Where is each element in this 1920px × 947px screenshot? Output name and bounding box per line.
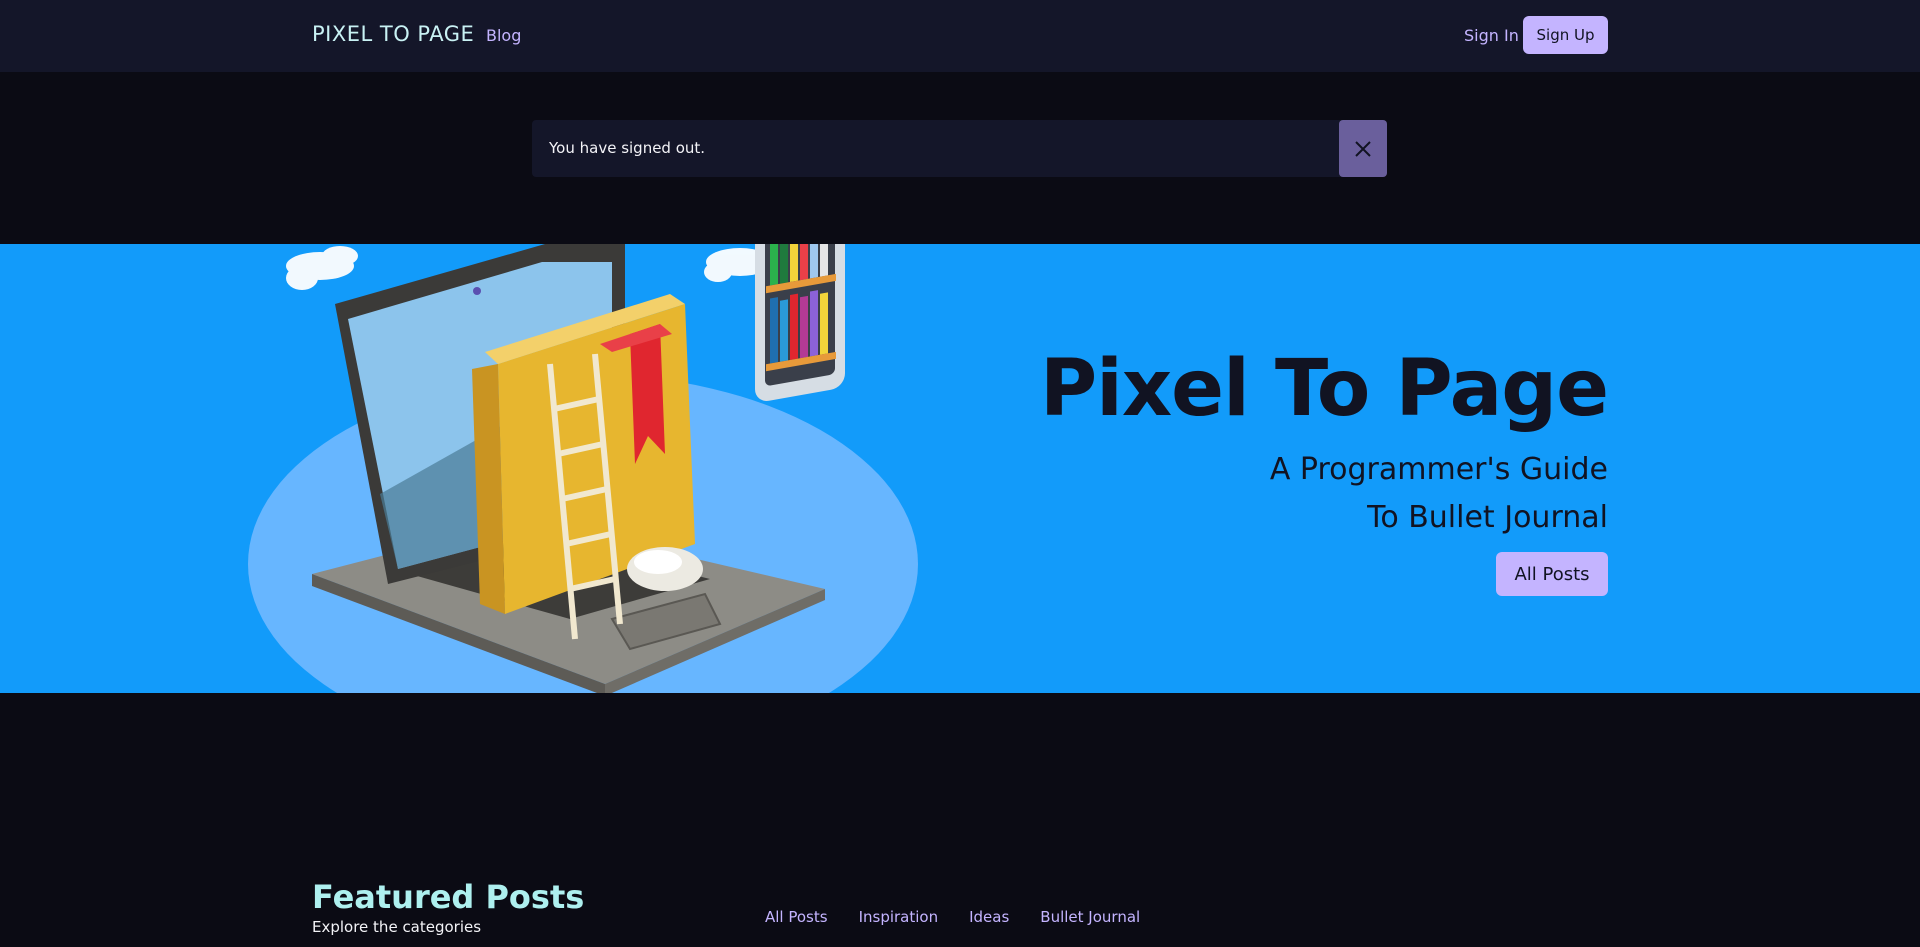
category-bullet-journal[interactable]: Bullet Journal (1040, 908, 1140, 926)
nav-blog-link[interactable]: Blog (486, 26, 521, 45)
close-icon (1355, 140, 1371, 157)
sign-up-button[interactable]: Sign Up (1523, 16, 1608, 54)
hero-title: Pixel To Page (1039, 344, 1609, 434)
featured-posts-heading: Featured Posts (312, 878, 585, 916)
brand-logo[interactable]: PIXEL TO PAGE (312, 22, 474, 46)
flash-message-text: You have signed out. (549, 139, 706, 157)
laptop-books-illustration (248, 244, 918, 693)
category-nav: All Posts Inspiration Ideas Bullet Journ… (765, 908, 1140, 926)
flash-close-button[interactable] (1339, 120, 1387, 177)
all-posts-button[interactable]: All Posts (1496, 552, 1608, 596)
top-navbar: PIXEL TO PAGE Blog Sign In Sign Up (0, 0, 1920, 72)
hero-subtitle-line-1: A Programmer's Guide (1269, 452, 1608, 487)
featured-posts-subtitle: Explore the categories (312, 918, 482, 936)
category-ideas[interactable]: Ideas (969, 908, 1009, 926)
hero-banner: Pixel To Page A Programmer's Guide To Bu… (0, 244, 1920, 693)
hero-subtitle-line-2: To Bullet Journal (1367, 500, 1608, 535)
flash-message: You have signed out. (532, 120, 1387, 177)
category-inspiration[interactable]: Inspiration (859, 908, 939, 926)
hero-subtitle: A Programmer's Guide To Bullet Journal (1270, 446, 1608, 542)
sign-in-link[interactable]: Sign In (1464, 26, 1519, 45)
category-all-posts[interactable]: All Posts (765, 908, 828, 926)
